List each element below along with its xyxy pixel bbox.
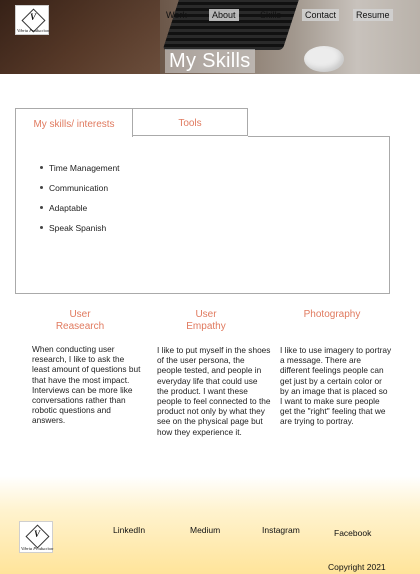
footer-link-facebook[interactable]: Facebook bbox=[334, 528, 371, 538]
hero-laptop-image bbox=[162, 0, 302, 50]
header-logo[interactable]: V Vibria Production bbox=[15, 5, 49, 35]
logo-mark: V bbox=[30, 12, 37, 22]
hero-mouse-image bbox=[304, 46, 344, 72]
footer-logo[interactable]: V Vibria Production bbox=[19, 521, 53, 553]
column-text-user-empathy: I like to put myself in the shoes of the… bbox=[157, 345, 271, 437]
nav-resume[interactable]: Resume bbox=[353, 9, 393, 21]
tab-tools[interactable]: Tools bbox=[132, 108, 248, 136]
nav-work[interactable]: Work bbox=[163, 9, 190, 21]
list-item: Communication bbox=[40, 183, 108, 193]
copyright-text: Copyright 2021 bbox=[328, 562, 386, 572]
skills-tabs: My skills/ interests Tools Time Manageme… bbox=[15, 108, 390, 294]
nav-about[interactable]: About bbox=[209, 9, 239, 21]
bullet-icon bbox=[40, 226, 43, 230]
column-title-photography: Photography bbox=[303, 309, 361, 320]
tab-my-skills-interests[interactable]: My skills/ interests bbox=[15, 108, 133, 137]
column-title-user-empathy: User Empathy bbox=[186, 309, 226, 332]
footer-link-instagram[interactable]: Instagram bbox=[262, 525, 300, 535]
bullet-icon bbox=[40, 166, 43, 170]
list-item: Time Management bbox=[40, 163, 120, 173]
list-item: Speak Spanish bbox=[40, 223, 106, 233]
logo-text: Vibria Production bbox=[17, 28, 50, 33]
bullet-icon bbox=[40, 186, 43, 190]
page-title: My Skills bbox=[165, 49, 255, 73]
bullet-icon bbox=[40, 206, 43, 210]
column-text-user-research: When conducting user research, I like to… bbox=[32, 344, 141, 426]
list-item: Adaptable bbox=[40, 203, 87, 213]
logo-mark: V bbox=[34, 529, 41, 539]
nav-skills[interactable]: Skills bbox=[257, 9, 284, 21]
nav-contact[interactable]: Contact bbox=[302, 9, 340, 21]
footer-link-medium[interactable]: Medium bbox=[190, 525, 220, 535]
footer-link-linkedin[interactable]: LinkedIn bbox=[113, 525, 145, 535]
tab-panel: Time Management Communication Adaptable … bbox=[15, 136, 390, 294]
logo-text: Vibria Production bbox=[21, 546, 54, 551]
column-text-photography: I like to use imagery to portray a messa… bbox=[280, 345, 392, 427]
column-title-user-research: User Reasearch bbox=[55, 309, 105, 332]
